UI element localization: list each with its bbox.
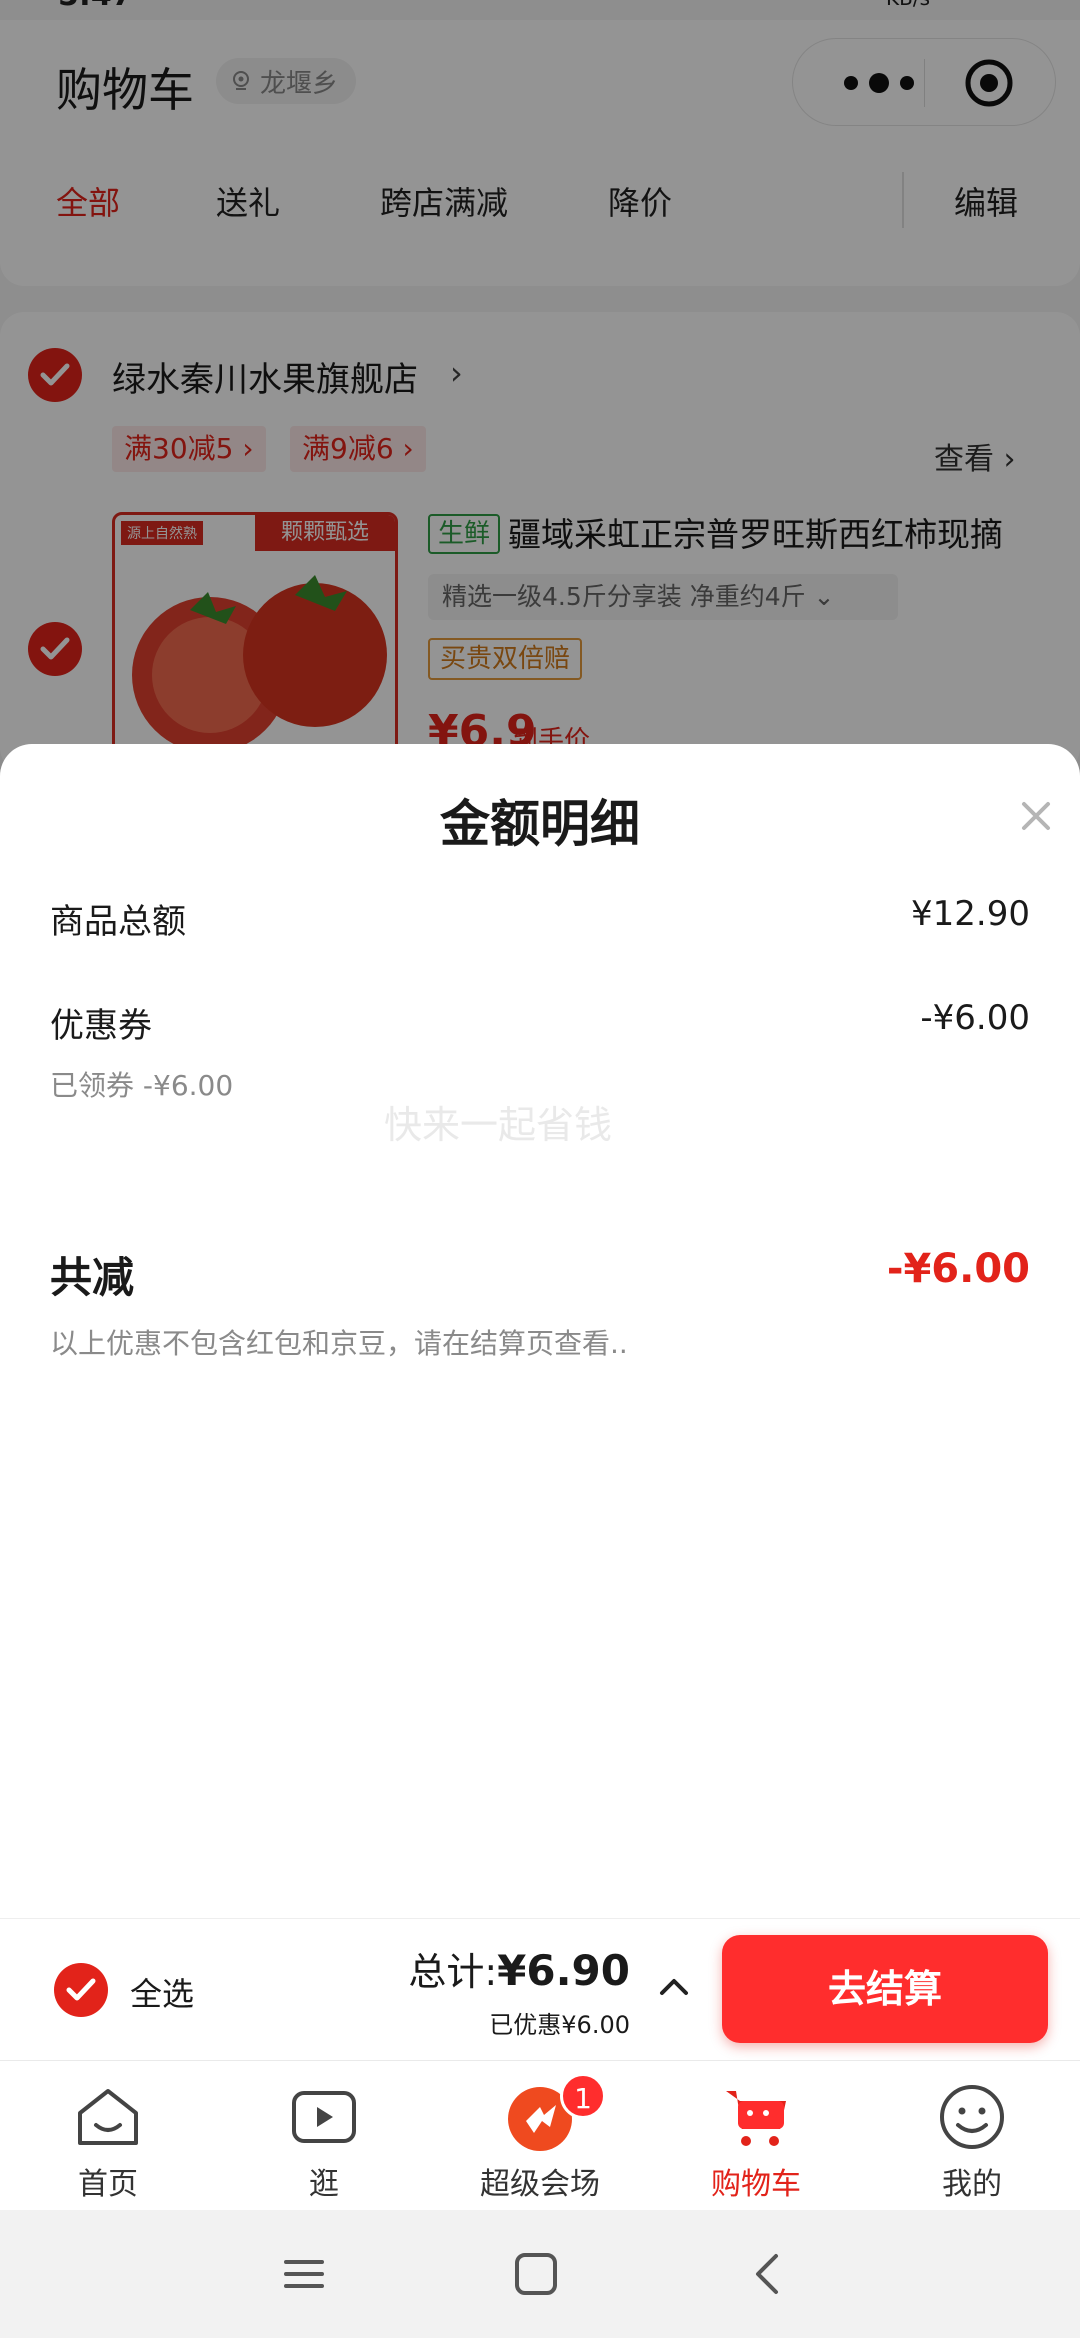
- tab-super-venue-label: 超级会场: [480, 2167, 600, 2202]
- total-discount-value: -¥6.00: [886, 1246, 1030, 1292]
- tab-bar: 首页 逛 1 超级会场 购物车 我的: [0, 2060, 1080, 2210]
- video-icon: [292, 2091, 356, 2143]
- menu-icon[interactable]: [276, 2246, 332, 2302]
- tab-home[interactable]: 首页: [0, 2061, 216, 2211]
- amount-detail-sheet: 金额明细 商品总额 ¥12.90 优惠券 -¥6.00 已领券 -¥6.00 快…: [0, 744, 1080, 1918]
- total-line: 总计:¥6.90: [408, 1941, 630, 1996]
- total-amount: ¥6.90: [497, 1946, 630, 1995]
- coupon-value: -¥6.00: [920, 998, 1030, 1038]
- system-nav-bar: [0, 2210, 1080, 2338]
- select-all-label[interactable]: 全选: [130, 1969, 194, 2015]
- tab-cart[interactable]: 购物车: [648, 2061, 864, 2211]
- discount-note: 以上优惠不包含红包和京豆，请在结算页查看..: [50, 1327, 628, 1360]
- watermark: 快来一起省钱: [384, 1103, 613, 1147]
- checkout-button[interactable]: 去结算: [722, 1935, 1048, 2043]
- profile-icon: [940, 2085, 1004, 2149]
- check-icon: [66, 1978, 96, 2001]
- goods-total-value: ¥12.90: [911, 894, 1030, 934]
- notification-badge: 1: [560, 2073, 606, 2119]
- goods-total-label: 商品总额: [50, 902, 186, 942]
- tab-cart-label: 购物车: [711, 2167, 801, 2202]
- saved-amount: 已优惠¥6.00: [489, 2011, 630, 2039]
- tab-profile-label: 我的: [942, 2167, 1002, 2202]
- select-all-checkbox[interactable]: [54, 1963, 108, 2017]
- back-icon[interactable]: [742, 2246, 798, 2302]
- coupon-label: 优惠券: [50, 1006, 152, 1046]
- total-prefix: 总计:: [408, 1950, 498, 1994]
- tab-browse[interactable]: 逛: [216, 2061, 432, 2211]
- total-discount-label: 共减: [50, 1253, 135, 1302]
- tab-profile[interactable]: 我的: [864, 2061, 1080, 2211]
- cart-icon: [726, 2091, 786, 2146]
- close-icon[interactable]: [1010, 790, 1062, 842]
- home-icon: [78, 2089, 138, 2145]
- chevron-up-icon[interactable]: [656, 1971, 692, 2001]
- tab-super-venue[interactable]: 1 超级会场: [432, 2061, 648, 2211]
- checkout-bar: 全选 总计:¥6.90 已优惠¥6.00 去结算: [0, 1918, 1080, 2060]
- coupon-sub: 已领券 -¥6.00: [50, 1069, 234, 1102]
- home-square-icon[interactable]: [508, 2246, 564, 2302]
- tab-browse-label: 逛: [309, 2167, 339, 2202]
- tab-home-label: 首页: [78, 2167, 138, 2202]
- sheet-title: 金额明细: [440, 795, 640, 853]
